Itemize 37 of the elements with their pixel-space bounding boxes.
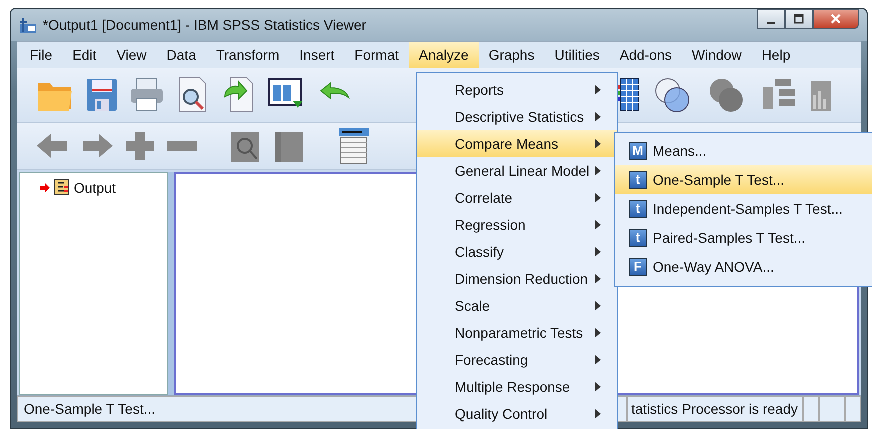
procedure-icon: t	[629, 228, 647, 246]
window-title: *Output1 [Document1] - IBM SPSS Statistics Viewer	[43, 17, 366, 33]
menu-item[interactable]: Nonparametric Tests	[417, 319, 617, 346]
menu-item[interactable]: Format	[344, 42, 409, 68]
menu-item[interactable]: t One-Sample T Test...	[615, 165, 872, 194]
procedure-icon: M	[629, 142, 647, 160]
menu-item[interactable]: F One-Way ANOVA...	[615, 252, 872, 281]
menu-item[interactable]: Utilities	[544, 42, 610, 68]
menu-item[interactable]: Correlate	[417, 184, 617, 211]
menu-item[interactable]: Insert	[290, 42, 345, 68]
menu-item[interactable]: General Linear Model	[417, 157, 617, 184]
menu-item[interactable]: Descriptive Statistics	[417, 103, 617, 130]
outline-item[interactable]: Output	[74, 180, 116, 196]
menu-item[interactable]: Transform	[206, 42, 290, 68]
menu-item[interactable]: Add-ons	[610, 42, 682, 68]
procedure-icon: F	[629, 258, 647, 276]
menu-item[interactable]: View	[106, 42, 157, 68]
menu-item[interactable]: Regression	[417, 211, 617, 238]
menu-item[interactable]: Forecasting	[417, 346, 617, 373]
menu-item[interactable]: Scale	[417, 292, 617, 319]
procedure-icon: t	[629, 200, 647, 218]
menu-item[interactable]: Classify	[417, 238, 617, 265]
processor-status: tatistics Processor is ready	[626, 396, 803, 422]
menu-item[interactable]: Graphs	[478, 42, 545, 68]
menu-item[interactable]: M Means...	[615, 136, 872, 165]
menu-item[interactable]: Analyze	[409, 42, 479, 68]
menu-item[interactable]: Help	[752, 42, 801, 68]
menu-item[interactable]: Reports	[417, 76, 617, 103]
menu-item[interactable]: Edit	[62, 42, 107, 68]
procedure-icon: t	[629, 170, 647, 188]
menu-item[interactable]: t Independent-Samples T Test...	[615, 194, 872, 223]
menu-item[interactable]: t Paired-Samples T Test...	[615, 223, 872, 252]
menu-item[interactable]: Compare Means	[417, 130, 617, 157]
menu-item[interactable]: Dimension Reduction	[417, 265, 617, 292]
menu-item[interactable]: Data	[156, 42, 206, 68]
menu-item[interactable]: File	[20, 42, 63, 68]
menu-item[interactable]: Window	[682, 42, 752, 68]
